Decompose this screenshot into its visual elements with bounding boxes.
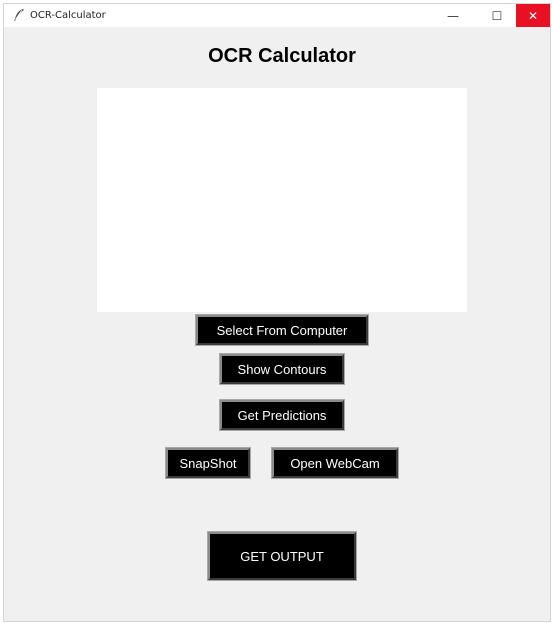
page-title: OCR Calculator bbox=[208, 45, 356, 67]
close-button[interactable]: ✕ bbox=[516, 4, 550, 27]
select-from-computer-button[interactable]: Select From Computer bbox=[195, 314, 369, 346]
image-canvas bbox=[97, 88, 467, 312]
minimize-button[interactable]: — bbox=[436, 4, 470, 27]
snapshot-button[interactable]: SnapShot bbox=[165, 447, 251, 479]
window-title: OCR-Calculator bbox=[30, 10, 106, 21]
close-icon: ✕ bbox=[527, 8, 539, 23]
maximize-button[interactable]: ☐ bbox=[480, 4, 514, 27]
app-window: OCR-Calculator — ☐ ✕ OCR Calculator Sele… bbox=[4, 4, 550, 621]
show-contours-button[interactable]: Show Contours bbox=[219, 353, 345, 385]
maximize-icon: ☐ bbox=[491, 8, 503, 23]
feather-icon bbox=[12, 8, 26, 22]
get-predictions-button[interactable]: Get Predictions bbox=[219, 399, 345, 431]
minimize-icon: — bbox=[447, 8, 459, 23]
open-webcam-button[interactable]: Open WebCam bbox=[271, 447, 399, 479]
get-output-button[interactable]: GET OUTPUT bbox=[207, 531, 357, 581]
title-bar[interactable]: OCR-Calculator — ☐ ✕ bbox=[4, 4, 550, 27]
